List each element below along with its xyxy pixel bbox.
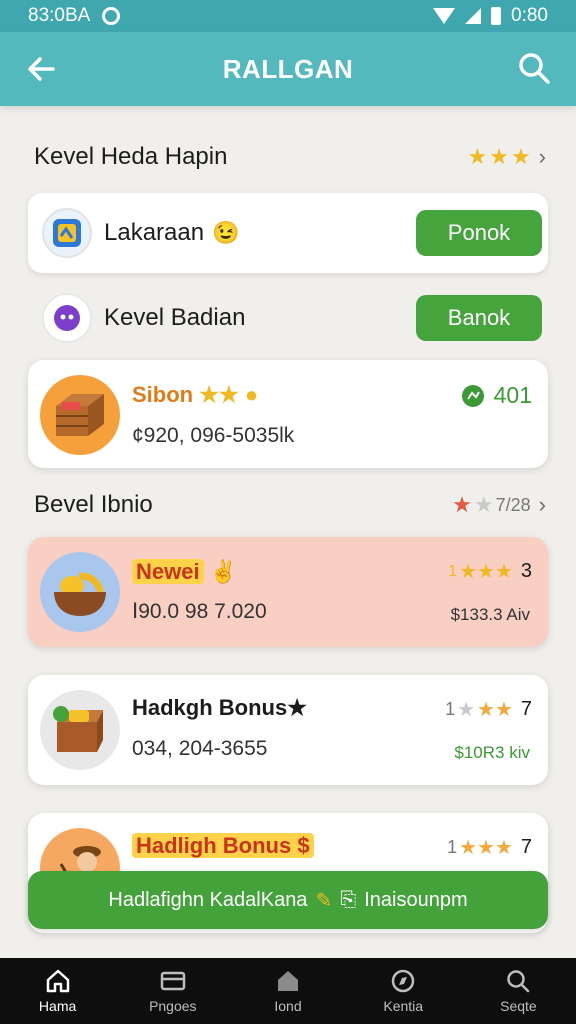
game-rating: 1 ★★★ 3 [448, 560, 532, 583]
arrow-left-icon [28, 57, 55, 81]
game-rating: 1 ★★★ 7 [447, 836, 532, 859]
game-thumbnail [40, 690, 120, 770]
status-right: 0:80 [433, 5, 548, 27]
fruit-bowl-icon [54, 572, 106, 616]
game-name: Hadkgh Bonus★ [132, 695, 307, 720]
wink-emoji-icon: 😉 [212, 220, 240, 245]
bottom-nav: Hama Pngoes Iond Kentia Seqte [0, 958, 576, 1024]
nav-item-iond[interactable]: Iond [230, 958, 345, 1024]
game-thumbnail [40, 552, 120, 632]
status-left: 83:0BA [28, 5, 121, 27]
game-name: Hadligh Bonus $ [132, 833, 314, 859]
star-icon: ★ [457, 699, 476, 721]
back-button[interactable] [22, 50, 60, 88]
rating-text: 7/28 [495, 494, 531, 515]
search-button[interactable] [516, 50, 554, 88]
section-rating: ★ ★ ★ › [467, 144, 546, 170]
coin-icon: ● [244, 382, 259, 407]
banner-text: Hadlafighn KadalKana [108, 888, 308, 911]
game-app-icon [53, 219, 81, 247]
section-title: Kevel Heda Hapin [34, 143, 228, 170]
star-icon: ★★★ [459, 837, 513, 859]
list-item-label: Kevel Badian [104, 304, 246, 331]
star-icon: ★★★ [459, 561, 513, 583]
game-subtitle: 034, 204-3655 [132, 737, 268, 760]
section-header-1[interactable]: Kevel Heda Hapin ★ ★ ★ › [34, 142, 546, 172]
link-icon: ⎘ [340, 888, 357, 911]
banner-link[interactable]: Inaisounpm [364, 889, 467, 912]
wifi-icon [433, 8, 456, 24]
star-icon: ★ [489, 144, 509, 169]
game-name: Sibon ★★ ● [132, 382, 259, 407]
star-icon: ★★ [477, 699, 513, 721]
nav-item-home[interactable]: Hama [0, 958, 115, 1024]
list-item-kevel-badian[interactable]: Kevel Badian Banok [28, 287, 548, 349]
chat-bubble-icon [461, 384, 484, 407]
app-bar: RALLGAN [0, 32, 576, 106]
game-price: $10R3 kiv [454, 743, 530, 762]
section-rating: ★ ★ 7/28 › [452, 492, 546, 518]
pencil-icon: ✎ [315, 889, 333, 912]
search-icon [519, 53, 550, 84]
battery-icon [491, 7, 502, 25]
nav-item-kentia[interactable]: Kentia [346, 958, 461, 1024]
nav-item-seqte[interactable]: Seqte [461, 958, 576, 1024]
star-icon: ★ [473, 492, 494, 517]
section-header-2[interactable]: Bevel Ibnio ★ ★ 7/28 › [34, 490, 546, 520]
game-score: 401 [460, 382, 532, 409]
banok-button[interactable]: Banok [416, 295, 542, 341]
chevron-right-icon: › [538, 144, 546, 169]
app-icon [42, 293, 92, 343]
nav-item-pngoes[interactable]: Pngoes [115, 958, 230, 1024]
status-left-text: 83:0BA [28, 5, 91, 26]
game-subtitle: ¢920, 096-5035lk [132, 424, 295, 447]
star-icon: ★★ [199, 382, 239, 407]
ponok-button[interactable]: Ponok [416, 210, 542, 256]
treasure-crate-icon [53, 706, 103, 752]
promo-banner[interactable]: Hadlafighn KadalKana ✎ ⎘ Inaisounpm [28, 871, 548, 929]
compass-icon [391, 969, 415, 993]
card-icon [160, 971, 186, 991]
score-value: 401 [493, 382, 532, 408]
game-rating: 1 ★ ★★ 7 [445, 698, 532, 721]
section-title: Bevel Ibnio [34, 491, 153, 518]
home-icon [46, 969, 69, 993]
game-price: $133.3 Aiv [450, 605, 530, 624]
page-title: RALLGAN [222, 53, 354, 84]
list-item-label: Lakaraan [104, 219, 205, 246]
search-icon [507, 970, 530, 993]
purple-chat-icon [54, 305, 80, 331]
game-card-newei[interactable]: Newei ✌ Ⅰ90.0 98 7.020 1 ★★★ 3 $133.3 Ai… [28, 537, 548, 647]
game-name: Newei ✌ [132, 559, 237, 585]
house-filled-icon [278, 971, 298, 991]
game-card-hadkgh-bonus[interactable]: Hadkgh Bonus★ 034, 204-3655 1 ★ ★★ 7 $10… [28, 675, 548, 785]
app-icon [42, 208, 92, 258]
hand-icon: ✌ [209, 559, 238, 584]
status-bar: 83:0BA 0:80 [0, 0, 576, 32]
star-icon: ★ [467, 144, 488, 169]
game-subtitle: Ⅰ90.0 98 7.020 [132, 600, 267, 623]
game-thumbnail [40, 375, 120, 455]
star-icon: ★ [452, 492, 472, 517]
list-item-lakaraan[interactable]: Lakaraan 😉 Ponok [28, 193, 548, 273]
star-icon: ★ [510, 144, 531, 169]
game-card-sibon[interactable]: Sibon ★★ ● ¢920, 096-5035lk 401 [28, 360, 548, 468]
status-time: 0:80 [511, 5, 548, 26]
signal-icon [465, 8, 482, 24]
treasure-chest-icon [56, 394, 104, 436]
chevron-right-icon: › [538, 492, 546, 517]
notification-icon [102, 7, 121, 25]
